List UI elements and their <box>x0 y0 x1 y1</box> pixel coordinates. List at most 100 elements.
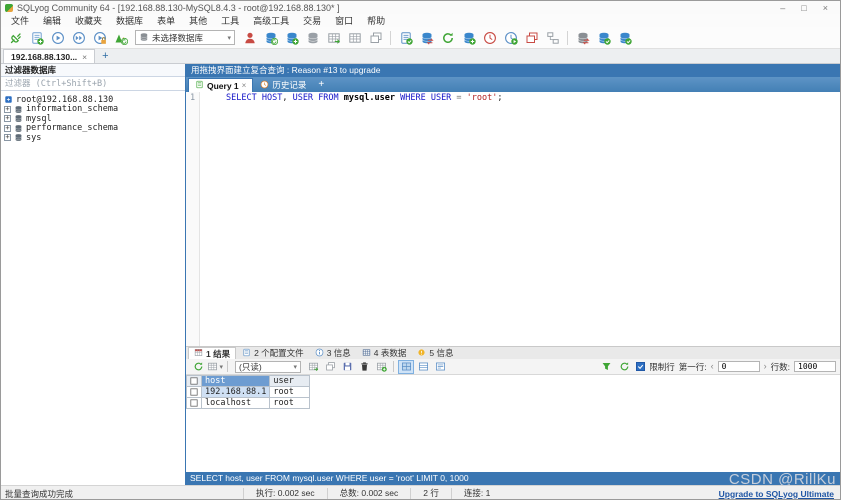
result-tab[interactable]: 5 信息 <box>412 347 458 359</box>
database-icon <box>14 124 23 133</box>
user-manager-icon[interactable] <box>239 29 260 47</box>
query-tab-label: Query 1 <box>207 80 239 91</box>
menu-item[interactable]: 表单 <box>150 14 182 27</box>
apply-limit-icon[interactable] <box>616 360 632 374</box>
result-tab-label: 2 个配置文件 <box>254 348 304 358</box>
first-row-increment[interactable]: › <box>764 361 767 372</box>
grid-view-icon[interactable] <box>398 359 414 374</box>
connection-tab[interactable]: 192.168.88.130... × <box>3 49 96 63</box>
explain-query-icon[interactable] <box>89 29 110 47</box>
tree-item[interactable]: + performance_schema <box>1 123 185 133</box>
create-database-icon[interactable] <box>260 29 281 47</box>
close-button[interactable]: × <box>823 3 828 13</box>
grid-cell[interactable]: root <box>269 397 311 409</box>
query-builder-icon[interactable] <box>395 29 416 47</box>
execute-query-icon[interactable] <box>47 29 68 47</box>
column-header-user[interactable]: user <box>269 375 311 387</box>
menu-item[interactable]: 帮助 <box>360 14 392 27</box>
refresh-grid-icon[interactable] <box>190 360 206 374</box>
menu-item[interactable]: 其他 <box>182 14 214 27</box>
export-table-data-icon[interactable] <box>344 29 365 47</box>
database-selector-dropdown[interactable]: 未选择数据库 ▾ <box>135 30 235 45</box>
first-row-input[interactable] <box>717 361 760 372</box>
execute-all-queries-icon[interactable] <box>68 29 89 47</box>
tree-item[interactable]: + information_schema <box>1 104 185 114</box>
select-all-checkbox[interactable] <box>186 375 202 387</box>
query-tab[interactable]: 历史记录 <box>254 78 312 92</box>
row-checkbox[interactable] <box>186 397 202 409</box>
menu-item[interactable]: 高级工具 <box>246 14 296 27</box>
grid-cell[interactable]: localhost <box>200 397 271 409</box>
tree-item[interactable]: + sys <box>1 133 185 143</box>
expand-icon[interactable]: + <box>4 105 11 113</box>
result-tab[interactable]: 4 表数据 <box>357 347 412 359</box>
new-connection-icon[interactable] <box>5 29 26 47</box>
first-row-decrement[interactable]: ‹ <box>711 361 714 372</box>
main-toolbar: 未选择数据库 ▾ <box>1 27 840 49</box>
tree-item[interactable]: root@192.168.88.130 <box>1 95 185 105</box>
row-checkbox[interactable] <box>186 386 202 398</box>
text-view-icon[interactable] <box>432 360 448 374</box>
export-data-icon[interactable] <box>305 360 321 374</box>
backup-database-icon[interactable] <box>302 29 323 47</box>
menu-item[interactable]: 交易 <box>296 14 328 27</box>
upgrade-link[interactable]: Upgrade to SQLyog Ultimate <box>719 489 840 499</box>
menu-item[interactable]: 编辑 <box>36 14 68 27</box>
table-data-icon <box>362 348 371 359</box>
job-agent-icon[interactable] <box>614 29 635 47</box>
menu-item[interactable]: 收藏夹 <box>68 14 109 27</box>
visual-data-compare-icon[interactable] <box>521 29 542 47</box>
edit-mode-selector[interactable]: (只读) ▾ <box>235 360 301 373</box>
insert-row-icon[interactable] <box>373 360 389 374</box>
expand-icon[interactable]: + <box>4 134 11 142</box>
result-tab-bar: 1 结果 2 个配置文件 3 信息 4 表数据 5 信息 <box>186 346 840 359</box>
upgrade-promo-bar[interactable]: 用拖拽界面建立复合查询 : Reason #13 to upgrade <box>186 64 840 77</box>
result-tab[interactable]: 3 信息 <box>310 347 356 359</box>
add-database-icon[interactable] <box>458 29 479 47</box>
tree-item[interactable]: + mysql <box>1 114 185 124</box>
import-external-data-icon[interactable] <box>323 29 344 47</box>
database-selector-value: 未选择数据库 <box>152 32 204 43</box>
structure-sync-icon[interactable] <box>572 29 593 47</box>
close-query-tab-icon[interactable]: × <box>242 81 247 90</box>
menu-item[interactable]: 文件 <box>4 14 36 27</box>
open-multi-window-icon[interactable] <box>365 29 386 47</box>
copy-row-icon[interactable] <box>322 360 338 374</box>
grid-options-icon[interactable]: ▾ <box>207 360 223 374</box>
menu-item[interactable]: 窗口 <box>328 14 360 27</box>
query-window: 用拖拽界面建立复合查询 : Reason #13 to upgrade Quer… <box>185 64 840 485</box>
limit-rows-checkbox[interactable] <box>636 362 646 371</box>
grid-cell[interactable]: 192.168.88.1 <box>200 386 271 398</box>
result-tab[interactable]: 1 结果 <box>188 347 237 359</box>
new-query-tab-button[interactable]: + <box>318 78 324 92</box>
db-sync-icon[interactable] <box>416 29 437 47</box>
result-tab[interactable]: 2 个配置文件 <box>237 347 309 359</box>
delete-row-icon[interactable] <box>356 360 372 374</box>
filter-input[interactable] <box>1 77 185 91</box>
form-view-icon[interactable] <box>415 360 431 374</box>
result-tab-label: 3 信息 <box>326 348 351 358</box>
filter-rows-icon[interactable] <box>598 360 614 374</box>
alter-database-icon[interactable] <box>281 29 302 47</box>
column-header-host[interactable]: host <box>200 375 271 387</box>
sql-editor[interactable]: 1 SELECT HOST, USER FROM mysql.user WHER… <box>186 92 840 346</box>
row-count-input[interactable] <box>794 361 836 372</box>
expand-icon[interactable]: + <box>4 115 11 123</box>
menu-item[interactable]: 数据库 <box>109 14 150 27</box>
save-changes-icon[interactable] <box>339 360 355 374</box>
query-tab[interactable]: Query 1 × <box>188 78 254 92</box>
close-connection-tab-icon[interactable]: × <box>82 52 87 62</box>
schema-designer-icon[interactable] <box>542 29 563 47</box>
data-sync-icon[interactable] <box>593 29 614 47</box>
grid-cell[interactable]: root <box>269 386 311 398</box>
menu-item[interactable]: 工具 <box>214 14 246 27</box>
expand-icon[interactable]: + <box>4 124 11 132</box>
refresh-object-browser-icon[interactable] <box>437 29 458 47</box>
scheduled-backup-icon[interactable] <box>500 29 521 47</box>
new-query-editor-icon[interactable] <box>26 29 47 47</box>
minimize-button[interactable]: – <box>780 3 785 13</box>
format-queries-icon[interactable] <box>110 29 131 47</box>
new-connection-tab-button[interactable]: + <box>102 49 108 63</box>
maximize-button[interactable]: □ <box>801 3 806 13</box>
query-profiler-icon[interactable] <box>479 29 500 47</box>
